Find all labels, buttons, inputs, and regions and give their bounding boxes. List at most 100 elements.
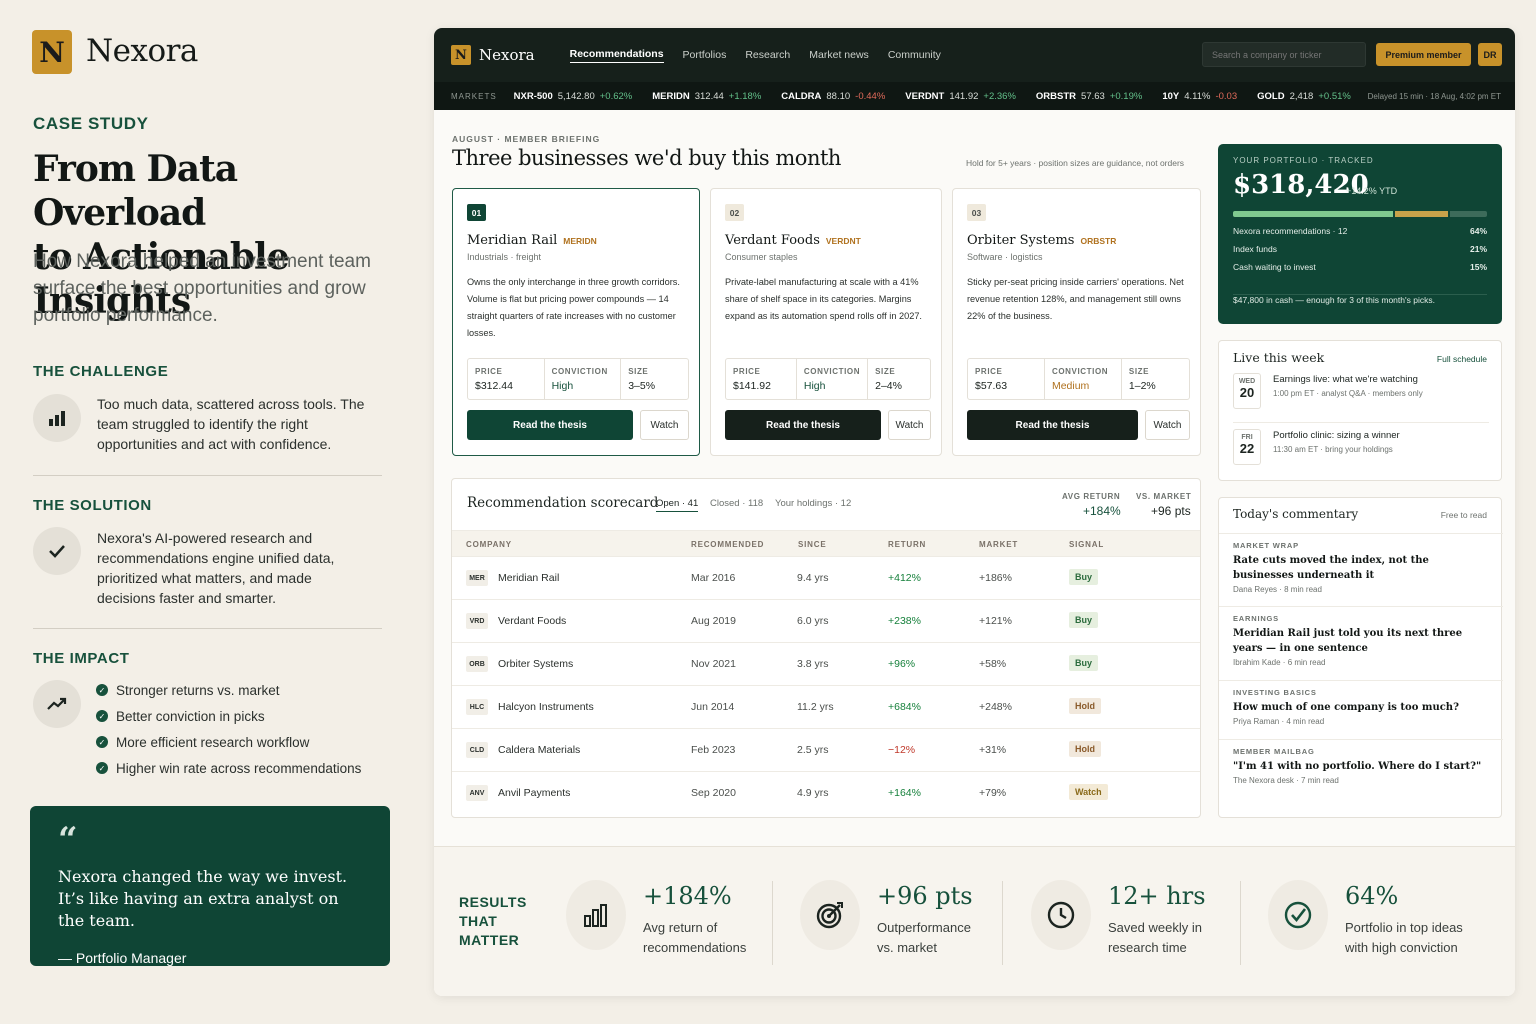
- commentary-tag: INVESTING BASICS: [1233, 688, 1317, 697]
- table-row[interactable]: ORB Orbiter Systems Nov 2021 3.8 yrs +96% +58…: [452, 642, 1200, 685]
- table-header: COMPANY RECOMMENDED SINCE RETURN MARKET …: [452, 530, 1200, 556]
- title-line-1: From Data Overload: [33, 148, 238, 234]
- metric-value: $141.92: [733, 380, 771, 392]
- commentary-item[interactable]: MARKET WRAP Rate cuts moved the index, no…: [1233, 541, 1488, 594]
- ticker-item[interactable]: ORBSTR 57.63 +0.19%: [1036, 91, 1142, 102]
- portfolio-card[interactable]: YOUR PORTFOLIO · TRACKED $318,420 +14.2%…: [1218, 144, 1502, 324]
- nav-link-community[interactable]: Community: [888, 49, 941, 61]
- read-thesis-button[interactable]: Read the thesis: [967, 410, 1138, 440]
- watch-button[interactable]: Watch: [888, 410, 931, 440]
- pick-card[interactable]: 01 Meridian Rail MERIDN Industrials · freig…: [452, 188, 700, 456]
- read-thesis-button[interactable]: Read the thesis: [467, 410, 633, 440]
- nav-logo-mark[interactable]: N: [451, 45, 471, 65]
- pick-name-row: Meridian Rail MERIDN: [467, 231, 597, 249]
- signal-badge: Hold: [1069, 741, 1101, 757]
- company-name[interactable]: Orbiter Systems: [498, 658, 573, 670]
- full-schedule-link[interactable]: Full schedule: [1437, 354, 1487, 364]
- ticker-item[interactable]: 10Y 4.11% -0.03: [1162, 91, 1237, 102]
- signal-badge: Buy: [1069, 655, 1099, 671]
- event-dow: WED: [1238, 378, 1256, 385]
- premium-member-button[interactable]: Premium member: [1376, 43, 1471, 66]
- ticker-value: 312.44: [694, 90, 724, 102]
- table-row[interactable]: ANV Anvil Payments Sep 2020 4.9 yrs +164% +79…: [452, 771, 1200, 814]
- allocation-pct: 64%: [1469, 226, 1487, 236]
- company-name[interactable]: Halcyon Instruments: [498, 701, 594, 713]
- pick-company-name[interactable]: Orbiter Systems: [967, 233, 1074, 248]
- ticker-item[interactable]: CALDRA 88.10 -0.44%: [781, 91, 885, 102]
- ticker-symbol: CALDRA: [781, 90, 822, 102]
- divider: [1002, 881, 1003, 965]
- ticker-value: 2,418: [1289, 90, 1314, 102]
- signal-badge: Buy: [1069, 612, 1099, 628]
- nav-link-portfolios[interactable]: Portfolios: [683, 49, 727, 61]
- watch-button[interactable]: Watch: [640, 410, 689, 440]
- free-to-read-badge: Free to read: [1440, 510, 1487, 520]
- result-label-line2: research time: [1108, 940, 1187, 955]
- allocation-pct: 21%: [1469, 244, 1487, 254]
- ticker-change: +0.62%: [599, 90, 633, 102]
- pick-card[interactable]: 02 Verdant Foods VERDNT Consumer staples Pri…: [710, 188, 942, 456]
- tab-open[interactable]: Open · 41: [656, 498, 699, 512]
- commentary-headline[interactable]: "I'm 41 with no portfolio. Where do I st…: [1233, 759, 1488, 774]
- event-dow: FRI: [1241, 434, 1253, 441]
- ticker-item[interactable]: NXR-500 5,142.80 +0.62%: [514, 91, 633, 102]
- event-meta: 11:30 am ET · bring your holdings: [1273, 445, 1393, 454]
- avatar[interactable]: DR: [1478, 43, 1502, 66]
- commentary-item[interactable]: INVESTING BASICS How much of one company …: [1233, 688, 1488, 726]
- nav-link-research[interactable]: Research: [745, 49, 790, 61]
- market-value: +58%: [979, 658, 1007, 670]
- target-icon: [800, 880, 860, 950]
- commentary-item[interactable]: EARNINGS Meridian Rail just told you its …: [1233, 614, 1488, 667]
- read-thesis-button[interactable]: Read the thesis: [725, 410, 881, 440]
- ticker-item[interactable]: VERDNT 141.92 +2.36%: [905, 91, 1016, 102]
- solution-text: Nexora's AI-powered research and recomme…: [97, 530, 335, 606]
- result-label-line1: Avg return of: [643, 920, 718, 935]
- company-name[interactable]: Meridian Rail: [498, 572, 559, 584]
- search-input[interactable]: [1202, 42, 1366, 67]
- table-row[interactable]: MER Meridian Rail Mar 2016 9.4 yrs +412% +186…: [452, 556, 1200, 599]
- table-row[interactable]: HLC Halcyon Instruments Jun 2014 11.2 yrs +6…: [452, 685, 1200, 728]
- ticker-item[interactable]: MERIDN 312.44 +1.18%: [652, 91, 761, 102]
- nav-link-recommendations[interactable]: Recommendations: [569, 48, 664, 63]
- commentary-headline[interactable]: How much of one company is too much?: [1233, 700, 1488, 715]
- portfolio-ytd: +14.2% YTD: [1346, 186, 1398, 196]
- pick-company-name[interactable]: Meridian Rail: [467, 233, 557, 248]
- commentary-tag: EARNINGS: [1233, 614, 1279, 623]
- watch-button[interactable]: Watch: [1145, 410, 1190, 440]
- check-icon: ✓: [96, 684, 108, 696]
- company-name[interactable]: Anvil Payments: [498, 787, 570, 799]
- metric-label: SIZE: [875, 367, 896, 376]
- briefing-tag: AUGUST · MEMBER BRIEFING: [452, 134, 601, 144]
- company-name[interactable]: Verdant Foods: [498, 615, 566, 627]
- return-value: +412%: [888, 572, 921, 584]
- nav-link-market-news[interactable]: Market news: [809, 49, 869, 61]
- pick-card[interactable]: 03 Orbiter Systems ORBSTR Software · logist…: [952, 188, 1201, 456]
- table-row[interactable]: CLD Caldera Materials Feb 2023 2.5 yrs −12% +…: [452, 728, 1200, 771]
- commentary-headline[interactable]: Rate cuts moved the index, not the busin…: [1233, 553, 1488, 583]
- quote-mark-icon: “: [58, 820, 78, 860]
- market-value: +79%: [979, 787, 1007, 799]
- check-icon: ✓: [96, 736, 108, 748]
- live-event[interactable]: FRI 22 Portfolio clinic: sizing a winner 11…: [1233, 427, 1489, 469]
- commentary-item[interactable]: MEMBER MAILBAG "I'm 41 with no portfolio.…: [1233, 747, 1488, 785]
- impact-item: ✓ More efficient research workflow: [96, 729, 386, 755]
- nav-logo-text[interactable]: Nexora: [479, 46, 535, 64]
- pick-number-badge: 03: [967, 204, 986, 221]
- divider: [772, 881, 773, 965]
- company-name[interactable]: Caldera Materials: [498, 744, 580, 756]
- result-stat: 64% Portfolio in top ideas with high convi…: [1268, 880, 1478, 960]
- tab-your-holdings[interactable]: Your holdings · 12: [775, 498, 851, 509]
- result-label-line2: vs. market: [877, 940, 937, 955]
- col-return: RETURN: [888, 540, 927, 549]
- result-stat: +184% Avg return of recommendations: [566, 880, 776, 960]
- ticker-items: NXR-500 5,142.80 +0.62% MERIDN 312.44 +1.18% C…: [514, 91, 1371, 102]
- tab-closed[interactable]: Closed · 118: [710, 498, 763, 509]
- ticker-item[interactable]: GOLD 2,418 +0.51%: [1257, 91, 1351, 102]
- results-heading: RESULTS THAT MATTER: [459, 894, 527, 948]
- commentary-headline[interactable]: Meridian Rail just told you its next thr…: [1233, 626, 1488, 656]
- allocation-row: Index funds 21%: [1233, 244, 1487, 262]
- pick-sector: Industrials · freight: [467, 252, 542, 262]
- pick-company-name[interactable]: Verdant Foods: [725, 233, 820, 248]
- table-row[interactable]: VRD Verdant Foods Aug 2019 6.0 yrs +238% +121…: [452, 599, 1200, 642]
- live-event[interactable]: WED 20 Earnings live: what we're watching 1…: [1233, 371, 1489, 413]
